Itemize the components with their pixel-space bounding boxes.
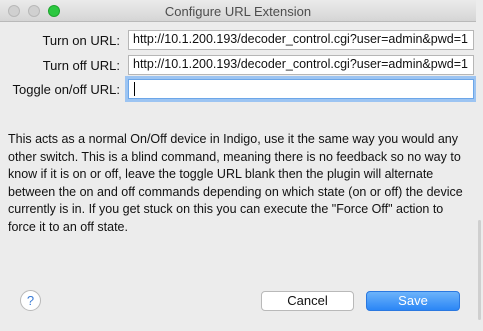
toggle-url-label: Toggle on/off URL:: [12, 82, 120, 97]
cancel-button[interactable]: Cancel: [261, 291, 354, 311]
window-title: Configure URL Extension: [164, 4, 312, 19]
help-button[interactable]: ?: [20, 290, 41, 311]
turn-off-url-row: Turn off URL: http://10.1.200.193/decode…: [0, 55, 476, 77]
text-caret: [134, 82, 135, 96]
configure-url-extension-window: Configure URL Extension Turn on URL: htt…: [0, 0, 476, 331]
scrollbar[interactable]: [478, 220, 481, 320]
toggle-url-input[interactable]: [128, 79, 474, 99]
turn-on-url-input[interactable]: http://10.1.200.193/decoder_control.cgi?…: [128, 30, 474, 50]
turn-off-url-input[interactable]: http://10.1.200.193/decoder_control.cgi?…: [128, 55, 474, 75]
window-edge: [476, 0, 483, 331]
question-mark-icon: ?: [26, 293, 35, 308]
toggle-url-row: Toggle on/off URL:: [0, 79, 476, 101]
turn-off-url-label: Turn off URL:: [42, 58, 120, 73]
turn-on-url-row: Turn on URL: http://10.1.200.193/decoder…: [0, 30, 476, 52]
turn-on-url-label: Turn on URL:: [42, 33, 120, 48]
save-button[interactable]: Save: [366, 291, 460, 311]
titlebar: Configure URL Extension: [0, 0, 476, 22]
description-text: This acts as a normal On/Off device in I…: [8, 132, 463, 234]
